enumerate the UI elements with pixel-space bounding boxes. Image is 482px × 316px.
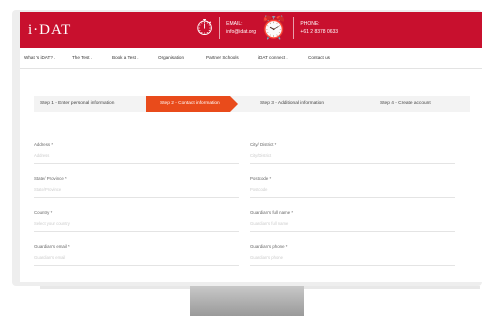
field-label: State/ Province * bbox=[34, 176, 67, 181]
nav-item-whats-idat[interactable]: What 's iDAT? . bbox=[24, 55, 55, 60]
guardian-phone-input[interactable]: Guardian's phone bbox=[250, 255, 455, 266]
divider bbox=[293, 17, 295, 39]
main-nav: What 's iDAT? . The Test . Book a Test .… bbox=[20, 48, 482, 69]
nav-item-idat-connect[interactable]: iDAT connect . bbox=[258, 55, 288, 60]
email-label: EMAIL: bbox=[226, 21, 243, 27]
guardian-name-field: Guardian's full name * Guardian's full n… bbox=[250, 210, 455, 232]
guardian-phone-field: Guardian's phone * Guardian's phone bbox=[250, 244, 455, 266]
monitor-stand bbox=[190, 286, 304, 316]
phone-link[interactable]: +61 2 8378 0633 bbox=[300, 28, 338, 36]
field-label: Guardian's full name * bbox=[250, 210, 294, 215]
step-2-active[interactable]: Step 2 - Contact information bbox=[146, 96, 238, 112]
progress-steps: Step 1 - Enter personal information Step… bbox=[34, 96, 470, 112]
header-bar: i·DAT ⏱ EMAIL: info@idat.org ⏰ PHONE: +6… bbox=[20, 12, 482, 48]
country-field: Country * Select your country bbox=[34, 210, 239, 232]
guardian-email-input[interactable]: Guardian's email bbox=[34, 255, 239, 266]
email-link[interactable]: info@idat.org bbox=[226, 28, 256, 36]
state-province-input[interactable]: State/Province bbox=[34, 187, 239, 198]
nav-item-organisation[interactable]: Organisation bbox=[158, 55, 184, 60]
step-4[interactable]: Step 4 - Create account bbox=[380, 96, 431, 112]
address-field: Address * Address bbox=[34, 142, 239, 164]
alarm-clock-icon: ⏰ bbox=[260, 15, 288, 40]
country-select[interactable]: Select your country bbox=[34, 221, 239, 232]
field-label: Address * bbox=[34, 142, 54, 147]
email-contact: ⏱ EMAIL: info@idat.org bbox=[196, 17, 256, 39]
state-province-field: State/ Province * State/Province bbox=[34, 176, 239, 198]
guardian-email-field: Guardian's email * Guardian's email bbox=[34, 244, 239, 266]
field-label: Postcode * bbox=[250, 176, 272, 181]
monitor-frame: i·DAT ⏱ EMAIL: info@idat.org ⏰ PHONE: +6… bbox=[12, 10, 482, 286]
clock-icon: ⏱ bbox=[196, 15, 214, 40]
divider bbox=[219, 17, 221, 39]
city-district-field: City/ District * City/District bbox=[250, 142, 455, 164]
nav-item-the-test[interactable]: The Test . bbox=[72, 55, 92, 60]
guardian-name-input[interactable]: Guardian's full name bbox=[250, 221, 455, 232]
field-label: City/ District * bbox=[250, 142, 277, 147]
nav-item-partner-schools[interactable]: Partner Schools bbox=[206, 55, 239, 60]
address-input[interactable]: Address bbox=[34, 153, 239, 164]
city-district-input[interactable]: City/District bbox=[250, 153, 455, 164]
nav-item-contact-us[interactable]: Contact us bbox=[308, 55, 330, 60]
nav-item-book-a-test[interactable]: Book a Test . bbox=[112, 55, 138, 60]
postcode-input[interactable]: Postcode bbox=[250, 187, 455, 198]
step-3[interactable]: Step 3 - Additional information bbox=[260, 96, 324, 112]
field-label: Country * bbox=[34, 210, 53, 215]
phone-label: PHONE: bbox=[300, 21, 320, 27]
step-1[interactable]: Step 1 - Enter personal information bbox=[40, 96, 114, 112]
site-logo[interactable]: i·DAT bbox=[28, 22, 71, 39]
phone-contact: ⏰ PHONE: +61 2 8378 0633 bbox=[260, 17, 338, 39]
field-label: Guardian's email * bbox=[34, 244, 70, 249]
field-label: Guardian's phone * bbox=[250, 244, 288, 249]
website-screen: i·DAT ⏱ EMAIL: info@idat.org ⏰ PHONE: +6… bbox=[20, 12, 482, 282]
postcode-field: Postcode * Postcode bbox=[250, 176, 455, 198]
